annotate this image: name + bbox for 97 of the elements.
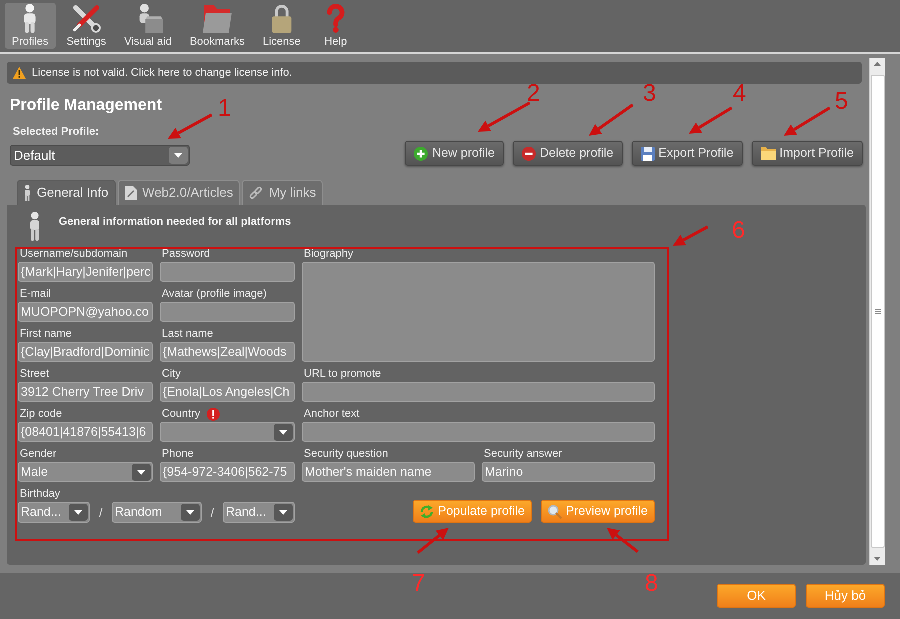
- text-field[interactable]: {08401|41876|55413|6: [18, 422, 153, 442]
- callout-number: 4: [733, 82, 746, 106]
- folder-icon: [760, 147, 776, 160]
- field-label: Password: [161, 247, 212, 262]
- field-label: URL to promote: [303, 367, 382, 382]
- person-figure-icon: [28, 212, 42, 241]
- text-area[interactable]: [302, 262, 655, 362]
- text-field[interactable]: [302, 382, 655, 402]
- tab[interactable]: My links: [242, 180, 324, 205]
- text-field[interactable]: {Enola|Los Angeles|Ch: [160, 382, 295, 402]
- field-label: E-mail: [19, 287, 52, 302]
- callout-number: 2: [527, 82, 540, 106]
- annotation-arrow: [589, 104, 634, 136]
- text-field[interactable]: Mother's maiden name: [302, 462, 475, 482]
- minus-circle-icon: [522, 146, 536, 160]
- scrollbar-thumb[interactable]: [870, 75, 884, 548]
- field-label: Phone: [161, 447, 195, 462]
- warning-icon: [13, 67, 26, 79]
- question-mark-icon: [326, 4, 346, 33]
- text-field[interactable]: [160, 302, 295, 322]
- toolbar-button[interactable]: Bookmarks: [182, 3, 252, 49]
- scroll-down-arrow-icon: [874, 557, 881, 561]
- populate-profile-button[interactable]: Populate profile: [413, 500, 532, 523]
- padlock-icon: [272, 4, 292, 33]
- field-label: Gender: [19, 447, 58, 462]
- tab[interactable]: Web2.0/Articles: [118, 180, 240, 205]
- section-heading: General information needed for all platforms: [59, 215, 292, 229]
- text-field[interactable]: [302, 422, 655, 442]
- dropdown[interactable]: Rand...: [223, 502, 295, 523]
- license-notice-link[interactable]: License is not valid. Click here to change license info.: [32, 64, 292, 82]
- scrollbar[interactable]: [869, 58, 885, 565]
- field-label: Username/subdomain: [19, 247, 129, 262]
- search-icon: [548, 504, 562, 518]
- field-label: Country: [161, 407, 201, 422]
- field-label: Avatar (profile image): [161, 287, 268, 302]
- annotation-arrow: [673, 226, 709, 246]
- tab[interactable]: General Info: [17, 180, 116, 205]
- field-label: Birthday: [19, 487, 60, 502]
- annotation-arrow: [417, 528, 449, 554]
- export-profile-button[interactable]: Export Profile: [632, 141, 743, 166]
- circular-arrows-icon: [420, 504, 434, 518]
- field-label: First name: [19, 327, 73, 342]
- annotation-arrow: [784, 106, 831, 136]
- callout-number: 3: [643, 82, 656, 106]
- text-field[interactable]: 3912 Cherry Tree Driv: [18, 382, 153, 402]
- toolbar-button[interactable]: Visual aid: [117, 3, 179, 49]
- text-field[interactable]: [160, 262, 295, 282]
- chain-link-icon: [249, 186, 264, 200]
- cancel-button[interactable]: Hủy bỏ: [806, 584, 885, 608]
- field-label: Security answer: [483, 447, 564, 462]
- callout-number: 7: [412, 572, 426, 596]
- document-icon: [124, 186, 137, 200]
- plus-circle-icon: [414, 146, 428, 160]
- field-label: Anchor text: [303, 407, 361, 422]
- grip-icon: [874, 309, 880, 314]
- toolbar-button[interactable]: Profiles: [5, 3, 56, 49]
- field-label: Biography: [303, 247, 355, 262]
- dropdown[interactable]: Random: [112, 502, 202, 523]
- text-field[interactable]: {Clay|Bradford|Dominic: [18, 342, 153, 362]
- field-label: Security question: [303, 447, 390, 462]
- tools-icon: [72, 4, 102, 33]
- callout-number: 5: [835, 90, 848, 114]
- ok-button[interactable]: OK: [717, 584, 796, 608]
- text-field[interactable]: {Mark|Hary|Jenifer|perc: [18, 262, 153, 282]
- annotation-arrow: [168, 114, 213, 139]
- delete-profile-button[interactable]: Delete profile: [512, 141, 623, 166]
- field-label: Street: [19, 367, 50, 382]
- toolbar-button[interactable]: Settings: [60, 3, 114, 49]
- callout-number: 8: [645, 572, 658, 596]
- annotation-arrow: [478, 102, 531, 132]
- text-field[interactable]: {Mathews|Zeal|Woods: [160, 342, 295, 362]
- callout-number: 1: [218, 97, 232, 121]
- folder-icon: [202, 5, 232, 33]
- field-label: Zip code: [19, 407, 64, 422]
- preview-profile-button[interactable]: Preview profile: [541, 500, 655, 523]
- import-profile-button[interactable]: Import Profile: [752, 141, 863, 166]
- callout-number: 6: [732, 219, 746, 243]
- dropdown[interactable]: Rand...: [18, 502, 90, 523]
- text-field[interactable]: {954-972-3406|562-75: [160, 462, 295, 482]
- field-label: City: [161, 367, 182, 382]
- field-label: Selected Profile:: [13, 125, 100, 140]
- scroll-up-arrow-icon: [874, 62, 881, 66]
- page-title: Profile Management: [10, 96, 162, 116]
- date-separator: /: [98, 504, 104, 522]
- annotation-arrow: [689, 106, 733, 134]
- toolbar-button[interactable]: Help: [312, 3, 360, 49]
- profile-dropdown[interactable]: Default: [10, 145, 190, 166]
- person-figure-icon: [24, 185, 31, 201]
- dropdown[interactable]: [160, 422, 295, 442]
- annotation-arrow: [607, 528, 639, 554]
- field-label: Last name: [161, 327, 214, 342]
- new-profile-button[interactable]: New profile: [405, 141, 504, 166]
- date-separator: /: [210, 504, 216, 522]
- toolbar-button[interactable]: License: [256, 3, 308, 49]
- dropdown[interactable]: Male: [18, 462, 153, 482]
- text-field[interactable]: Marino: [482, 462, 655, 482]
- text-field[interactable]: MUOPOPN@yahoo.co: [18, 302, 153, 322]
